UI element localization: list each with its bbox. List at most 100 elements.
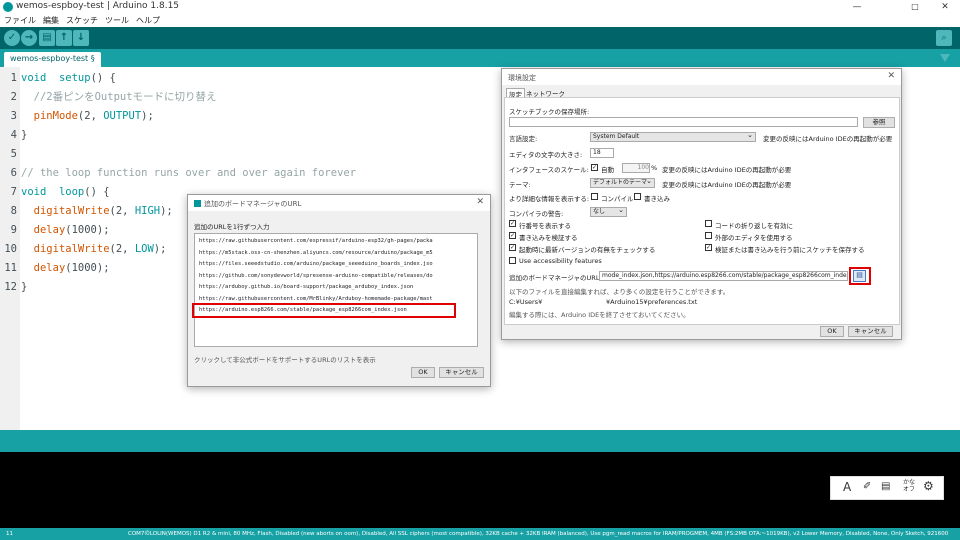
menu-tools[interactable]: ツール	[101, 14, 132, 26]
unofficial-boards-hint-link[interactable]: クリックして非公式ボードをサポートするURLのリストを表示	[194, 354, 376, 364]
close-button[interactable]: ✕	[930, 0, 960, 14]
ime-toolbar: A ✐ ▤ かな オフ ⚙	[830, 476, 944, 500]
boards-url-input[interactable]: mode_index.json,https://arduino.esp8266.…	[599, 271, 848, 281]
new-sketch-button[interactable]: ▤	[39, 30, 55, 46]
status-line-number: 11	[6, 531, 13, 537]
sketchbook-path-input[interactable]	[509, 117, 858, 127]
pref-checkbox-label: 書き込みを検証する	[519, 234, 578, 242]
boards-url-dialog-close-icon[interactable]: ✕	[476, 197, 484, 207]
verbose-compile-label: コンパイル	[601, 195, 634, 203]
code-token: digitalWrite	[33, 243, 110, 255]
scale-percent-input[interactable]: 100	[622, 163, 650, 173]
compiler-warnings-label: コンパイラの警告:	[509, 210, 564, 218]
serial-monitor-button[interactable]: ⌕	[936, 30, 952, 46]
code-line[interactable]: 2 //2番ピンをOutputモードに切り替え	[0, 88, 217, 107]
line-number: 3	[10, 110, 17, 122]
code-line[interactable]: 6 // the loop function runs over and over…	[0, 164, 356, 183]
minimize-button[interactable]: —	[842, 0, 872, 14]
pref-checkbox[interactable]: ✓	[509, 244, 516, 251]
preferences-close-icon[interactable]: ✕	[887, 71, 895, 81]
browse-button[interactable]: 参照	[863, 117, 895, 128]
maximize-button[interactable]: □	[900, 0, 930, 14]
preferences-ok-button[interactable]: OK	[820, 326, 844, 337]
compiler-warnings-select[interactable]: なし	[590, 206, 627, 217]
ime-dictionary-icon[interactable]: ▤	[881, 481, 890, 492]
pref-checkbox[interactable]: ✓	[509, 220, 516, 227]
code-line[interactable]: 7 void loop() {	[0, 183, 110, 202]
toolbar: ✓ → ▤ ↑ ↓ ⌕	[0, 27, 960, 49]
verbose-compile-checkbox[interactable]	[591, 193, 598, 200]
preferences-path-prefix: C:¥Users¥	[509, 298, 543, 306]
menu-sketch[interactable]: スケッチ	[62, 14, 101, 26]
code-token: delay	[33, 224, 66, 236]
boards-url-cancel-button[interactable]: キャンセル	[439, 367, 484, 378]
line-number: 11	[4, 262, 17, 274]
board-url-line: https://files.seeedstudio.com/arduino/pa…	[199, 261, 433, 267]
code-token: setup	[58, 72, 91, 84]
board-url-line: https://raw.githubusercontent.com/MrBlin…	[199, 295, 433, 302]
menu-file[interactable]: ファイル	[0, 14, 39, 26]
code-line[interactable]: 3 pinMode(2, OUTPUT);	[0, 107, 154, 126]
board-url-line: https://arduboy.github.io/board-support/…	[199, 284, 414, 290]
code-line[interactable]: 10 digitalWrite(2, LOW);	[0, 240, 166, 259]
menu-edit[interactable]: 編集	[39, 14, 62, 26]
tab-bar: wemos-espboy-test §	[0, 49, 960, 67]
language-label: 言語設定:	[509, 135, 538, 143]
tab-menu-chevron-icon[interactable]	[940, 54, 950, 62]
code-token: (2,	[109, 205, 135, 217]
scale-label: インタフェースのスケール:	[509, 166, 589, 174]
code-line[interactable]: 11 delay(1000);	[0, 259, 109, 278]
pref-checkbox[interactable]: ✓	[509, 232, 516, 239]
code-token: pinMode	[33, 110, 78, 122]
language-select[interactable]: System Default	[590, 131, 756, 142]
verify-button[interactable]: ✓	[4, 30, 20, 46]
preferences-cancel-button[interactable]: キャンセル	[848, 326, 893, 337]
theme-select[interactable]: デフォルトのテーマ	[590, 177, 655, 188]
open-sketch-button[interactable]: ↑	[56, 30, 72, 46]
message-bar	[0, 430, 960, 452]
pref-checkbox[interactable]: ✓	[705, 244, 712, 251]
boards-url-instruction: 追加のURLを1行ずつ入力	[194, 223, 270, 231]
ime-kana-toggle[interactable]: かな オフ	[903, 479, 915, 493]
pref-checkbox[interactable]	[705, 232, 712, 239]
ime-mode-a[interactable]: A	[843, 480, 851, 494]
verbose-upload-checkbox[interactable]	[634, 193, 641, 200]
code-line[interactable]: 5	[0, 145, 21, 164]
font-size-label: エディタの文字の大きさ:	[509, 151, 583, 159]
sketchbook-label: スケッチブックの保存場所:	[509, 108, 590, 116]
code-line[interactable]: 4}	[0, 126, 28, 145]
code-line[interactable]: 8 digitalWrite(2, HIGH);	[0, 202, 173, 221]
tab-sketch[interactable]: wemos-espboy-test §	[4, 52, 101, 67]
save-sketch-button[interactable]: ↓	[73, 30, 89, 46]
menu-help[interactable]: ヘルプ	[132, 14, 163, 26]
boards-url-textarea[interactable]: https://raw.githubusercontent.com/espres…	[194, 233, 478, 347]
code-token: (2,	[109, 243, 135, 255]
ime-settings-gear-icon[interactable]: ⚙	[923, 479, 934, 493]
title-bar: wemos-espboy-test | Arduino 1.8.15 — □ ✕	[0, 0, 960, 14]
pref-checkbox-label: Use accessibility features	[519, 257, 602, 265]
ime-pad-icon[interactable]: ✐	[863, 481, 871, 492]
menu-bar: ファイル 編集 スケッチ ツール ヘルプ	[0, 14, 960, 27]
pref-checkbox[interactable]	[705, 220, 712, 227]
theme-label: テーマ:	[509, 181, 531, 189]
line-number: 10	[4, 243, 17, 255]
code-token: delay	[33, 262, 66, 274]
scale-auto-checkbox[interactable]: ✓	[591, 164, 598, 171]
pref-checkbox[interactable]	[509, 257, 516, 264]
boards-url-ok-button[interactable]: OK	[411, 367, 435, 378]
pref-checkbox-label: コードの折り返しを有効に	[715, 222, 793, 230]
font-size-input[interactable]: 18	[590, 148, 614, 158]
code-line[interactable]: 9 delay(1000);	[0, 221, 110, 240]
upload-button[interactable]: →	[21, 30, 37, 46]
code-line[interactable]: 12}	[0, 278, 27, 297]
code-token: (2,	[77, 110, 104, 122]
board-url-line: https://m5stack.oss-cn-shenzhen.aliyuncs…	[199, 249, 433, 256]
preferences-path-file: ¥Arduino15¥preferences.txt	[606, 298, 698, 306]
code-line[interactable]: 1 void setup() {	[0, 69, 116, 88]
boards-url-label: 追加のボードマネージャのURL:	[509, 274, 602, 282]
